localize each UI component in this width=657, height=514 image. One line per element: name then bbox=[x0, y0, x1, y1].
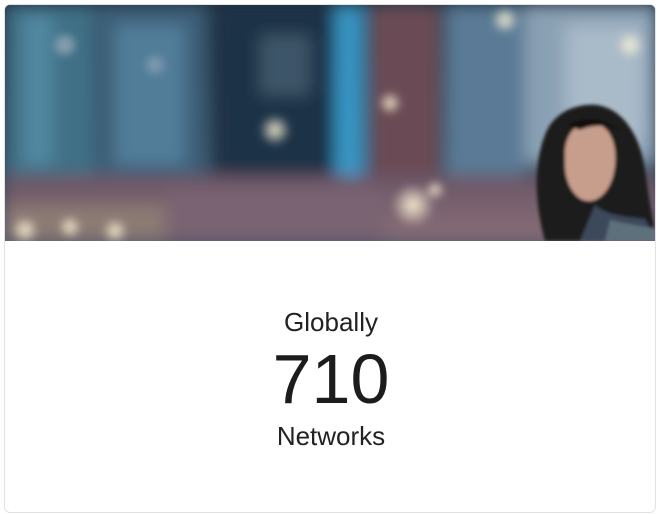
city-night-woman-image bbox=[5, 5, 655, 241]
hero-image bbox=[5, 5, 655, 241]
stat-unit: Networks bbox=[276, 421, 386, 451]
stat-block: Globally 710 Networks bbox=[5, 241, 655, 512]
stat-label: Globally bbox=[284, 307, 378, 337]
stat-value: 710 bbox=[272, 340, 390, 418]
stat-card: Globally 710 Networks bbox=[4, 4, 656, 513]
